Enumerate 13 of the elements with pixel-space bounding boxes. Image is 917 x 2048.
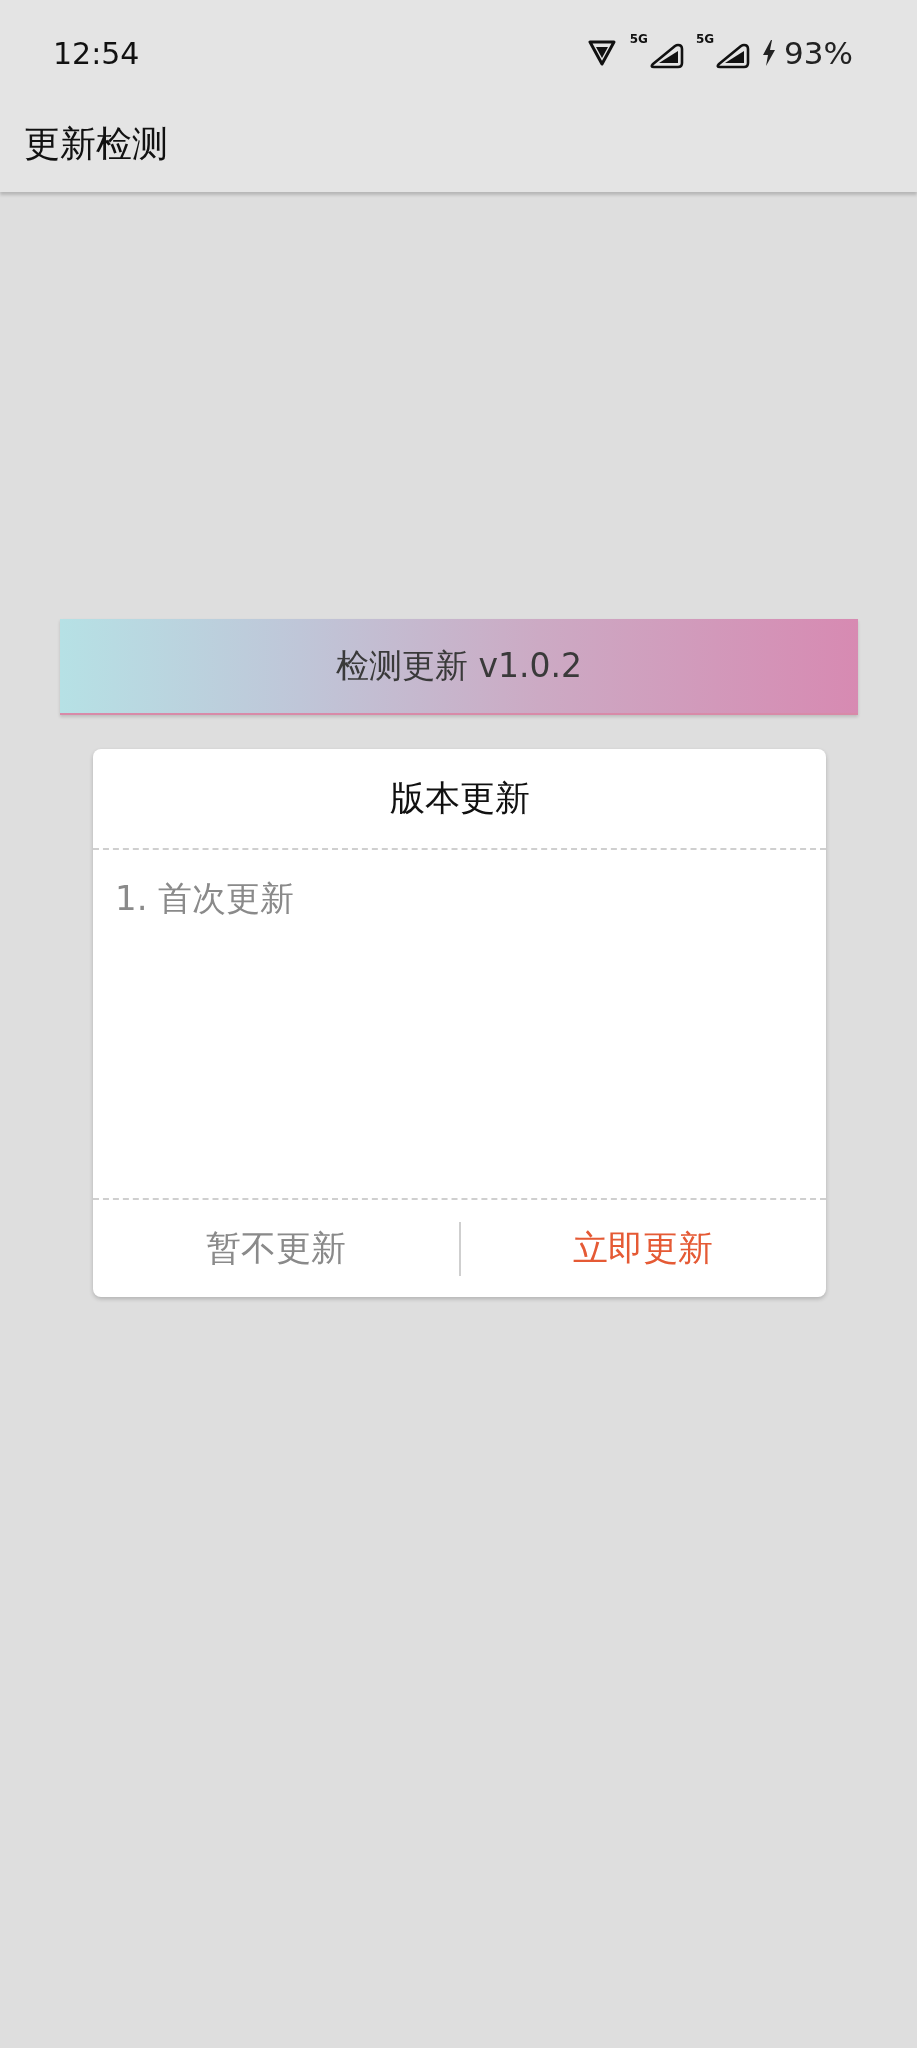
battery-percent: 93% (784, 35, 853, 71)
later-button[interactable]: 暂不更新 (93, 1200, 459, 1297)
status-time: 12:54 (53, 35, 140, 71)
update-note: 1. 首次更新 (115, 877, 296, 920)
network-type-label: 5G (629, 33, 648, 45)
signal-icon (714, 43, 751, 69)
charging-bolt-icon (762, 40, 777, 66)
dialog-title: 版本更新 (389, 777, 530, 820)
wifi-icon (587, 40, 616, 66)
check-update-button[interactable]: 检测更新 v1.0.2 (60, 619, 858, 715)
network-type-label: 5G (695, 33, 715, 45)
update-now-button[interactable]: 立即更新 (460, 1200, 826, 1297)
app-title: 更新检测 (24, 121, 168, 166)
